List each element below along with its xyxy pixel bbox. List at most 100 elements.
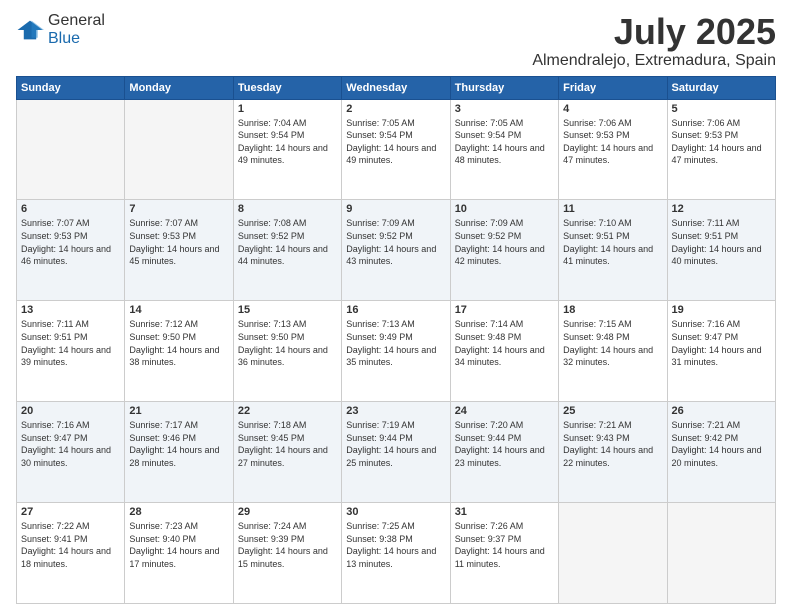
day-number: 21: [129, 405, 228, 417]
day-info: Sunrise: 7:07 AMSunset: 9:53 PMDaylight:…: [21, 217, 120, 267]
day-info: Sunrise: 7:10 AMSunset: 9:51 PMDaylight:…: [563, 217, 662, 267]
calendar-day-cell: 13 Sunrise: 7:11 AMSunset: 9:51 PMDayligh…: [17, 301, 125, 402]
day-number: 17: [455, 304, 554, 316]
calendar-day-cell: 22Sunrise: 7:18 AMSunset: 9:45 PMDayligh…: [233, 402, 341, 503]
logo-general: General: [48, 12, 105, 29]
day-number: 15: [238, 304, 337, 316]
title-block: July 2025 Almendralejo, Extremadura, Spa…: [532, 12, 776, 70]
weekday-header: Tuesday: [233, 76, 341, 99]
calendar-day-cell: 25Sunrise: 7:21 AMSunset: 9:43 PMDayligh…: [559, 402, 667, 503]
day-info: Sunrise: 7:23 AMSunset: 9:40 PMDaylight:…: [129, 520, 228, 570]
calendar-day-cell: 17 Sunrise: 7:14 AMSunset: 9:48 PMDayligh…: [450, 301, 558, 402]
calendar-day-cell: 11Sunrise: 7:10 AMSunset: 9:51 PMDayligh…: [559, 200, 667, 301]
day-info: Sunrise: 7:15 AMSunset: 9:48 PMDaylight:…: [563, 318, 662, 368]
calendar-day-cell: 2 Sunrise: 7:05 AMSunset: 9:54 PMDaylight…: [342, 99, 450, 200]
day-info: Sunrise: 7:08 AMSunset: 9:52 PMDaylight:…: [238, 217, 337, 267]
day-info: Sunrise: 7:13 AMSunset: 9:49 PMDaylight:…: [346, 318, 445, 368]
day-number: 9: [346, 203, 445, 215]
calendar-day-cell: 20 Sunrise: 7:16 AMSunset: 9:47 PMDayligh…: [17, 402, 125, 503]
day-info: Sunrise: 7:09 AMSunset: 9:52 PMDaylight:…: [346, 217, 445, 267]
header: General Blue July 2025 Almendralejo, Ext…: [16, 12, 776, 70]
day-info: Sunrise: 7:16 AMSunset: 9:47 PMDaylight:…: [672, 318, 771, 368]
day-info: Sunrise: 7:05 AMSunset: 9:54 PMDaylight:…: [455, 117, 554, 167]
day-number: 2: [346, 103, 445, 115]
weekday-header: Friday: [559, 76, 667, 99]
calendar-day-cell: 5 Sunrise: 7:06 AMSunset: 9:53 PMDaylight…: [667, 99, 775, 200]
calendar-week-row: 20 Sunrise: 7:16 AMSunset: 9:47 PMDayligh…: [17, 402, 776, 503]
day-number: 22: [238, 405, 337, 417]
day-info: Sunrise: 7:09 AMSunset: 9:52 PMDaylight:…: [455, 217, 554, 267]
day-info: Sunrise: 7:04 AMSunset: 9:54 PMDaylight:…: [238, 117, 337, 167]
calendar-day-cell: 12Sunrise: 7:11 AMSunset: 9:51 PMDayligh…: [667, 200, 775, 301]
calendar-day-cell: 29 Sunrise: 7:24 AMSunset: 9:39 PMDayligh…: [233, 503, 341, 604]
calendar-day-cell: [125, 99, 233, 200]
calendar-day-cell: 19 Sunrise: 7:16 AMSunset: 9:47 PMDayligh…: [667, 301, 775, 402]
calendar: SundayMondayTuesdayWednesdayThursdayFrid…: [16, 76, 776, 604]
day-info: Sunrise: 7:07 AMSunset: 9:53 PMDaylight:…: [129, 217, 228, 267]
logo-text: General Blue: [48, 12, 105, 48]
day-info: Sunrise: 7:21 AMSunset: 9:42 PMDaylight:…: [672, 419, 771, 469]
month-title: July 2025: [532, 12, 776, 52]
day-number: 24: [455, 405, 554, 417]
day-info: Sunrise: 7:11 AMSunset: 9:51 PMDaylight:…: [21, 318, 120, 368]
day-number: 6: [21, 203, 120, 215]
calendar-day-cell: 10 Sunrise: 7:09 AMSunset: 9:52 PMDayligh…: [450, 200, 558, 301]
weekday-header: Monday: [125, 76, 233, 99]
calendar-day-cell: 8Sunrise: 7:08 AMSunset: 9:52 PMDaylight…: [233, 200, 341, 301]
calendar-day-cell: 1 Sunrise: 7:04 AMSunset: 9:54 PMDaylight…: [233, 99, 341, 200]
day-number: 10: [455, 203, 554, 215]
day-info: Sunrise: 7:24 AMSunset: 9:39 PMDaylight:…: [238, 520, 337, 570]
day-info: Sunrise: 7:12 AMSunset: 9:50 PMDaylight:…: [129, 318, 228, 368]
calendar-day-cell: 15 Sunrise: 7:13 AMSunset: 9:50 PMDayligh…: [233, 301, 341, 402]
day-info: Sunrise: 7:20 AMSunset: 9:44 PMDaylight:…: [455, 419, 554, 469]
calendar-day-cell: 3Sunrise: 7:05 AMSunset: 9:54 PMDaylight…: [450, 99, 558, 200]
calendar-day-cell: 9 Sunrise: 7:09 AMSunset: 9:52 PMDaylight…: [342, 200, 450, 301]
logo-icon: [16, 19, 44, 41]
calendar-day-cell: 26 Sunrise: 7:21 AMSunset: 9:42 PMDayligh…: [667, 402, 775, 503]
weekday-header: Sunday: [17, 76, 125, 99]
calendar-day-cell: 24 Sunrise: 7:20 AMSunset: 9:44 PMDayligh…: [450, 402, 558, 503]
day-info: Sunrise: 7:17 AMSunset: 9:46 PMDaylight:…: [129, 419, 228, 469]
location-title: Almendralejo, Extremadura, Spain: [532, 52, 776, 70]
day-number: 13: [21, 304, 120, 316]
day-number: 4: [563, 103, 662, 115]
calendar-day-cell: 31 Sunrise: 7:26 AMSunset: 9:37 PMDayligh…: [450, 503, 558, 604]
calendar-day-cell: [559, 503, 667, 604]
calendar-day-cell: 18 Sunrise: 7:15 AMSunset: 9:48 PMDayligh…: [559, 301, 667, 402]
day-number: 29: [238, 506, 337, 518]
calendar-week-row: 6 Sunrise: 7:07 AMSunset: 9:53 PMDaylight…: [17, 200, 776, 301]
calendar-day-cell: [17, 99, 125, 200]
day-number: 12: [672, 203, 771, 215]
calendar-week-row: 1 Sunrise: 7:04 AMSunset: 9:54 PMDaylight…: [17, 99, 776, 200]
day-info: Sunrise: 7:06 AMSunset: 9:53 PMDaylight:…: [672, 117, 771, 167]
day-number: 5: [672, 103, 771, 115]
day-number: 28: [129, 506, 228, 518]
day-number: 18: [563, 304, 662, 316]
day-info: Sunrise: 7:21 AMSunset: 9:43 PMDaylight:…: [563, 419, 662, 469]
day-info: Sunrise: 7:26 AMSunset: 9:37 PMDaylight:…: [455, 520, 554, 570]
day-number: 1: [238, 103, 337, 115]
day-info: Sunrise: 7:19 AMSunset: 9:44 PMDaylight:…: [346, 419, 445, 469]
day-number: 26: [672, 405, 771, 417]
day-number: 27: [21, 506, 120, 518]
day-info: Sunrise: 7:14 AMSunset: 9:48 PMDaylight:…: [455, 318, 554, 368]
day-info: Sunrise: 7:16 AMSunset: 9:47 PMDaylight:…: [21, 419, 120, 469]
calendar-day-cell: [667, 503, 775, 604]
calendar-day-cell: 23 Sunrise: 7:19 AMSunset: 9:44 PMDayligh…: [342, 402, 450, 503]
day-number: 20: [21, 405, 120, 417]
calendar-header-row: SundayMondayTuesdayWednesdayThursdayFrid…: [17, 76, 776, 99]
day-number: 23: [346, 405, 445, 417]
logo-blue: Blue: [48, 30, 80, 47]
day-info: Sunrise: 7:06 AMSunset: 9:53 PMDaylight:…: [563, 117, 662, 167]
calendar-day-cell: 4 Sunrise: 7:06 AMSunset: 9:53 PMDaylight…: [559, 99, 667, 200]
day-number: 19: [672, 304, 771, 316]
weekday-header: Wednesday: [342, 76, 450, 99]
day-info: Sunrise: 7:13 AMSunset: 9:50 PMDaylight:…: [238, 318, 337, 368]
day-number: 31: [455, 506, 554, 518]
calendar-day-cell: 21 Sunrise: 7:17 AMSunset: 9:46 PMDayligh…: [125, 402, 233, 503]
calendar-day-cell: 7Sunrise: 7:07 AMSunset: 9:53 PMDaylight…: [125, 200, 233, 301]
day-info: Sunrise: 7:05 AMSunset: 9:54 PMDaylight:…: [346, 117, 445, 167]
calendar-week-row: 27Sunrise: 7:22 AMSunset: 9:41 PMDayligh…: [17, 503, 776, 604]
calendar-day-cell: 28 Sunrise: 7:23 AMSunset: 9:40 PMDayligh…: [125, 503, 233, 604]
weekday-header: Thursday: [450, 76, 558, 99]
